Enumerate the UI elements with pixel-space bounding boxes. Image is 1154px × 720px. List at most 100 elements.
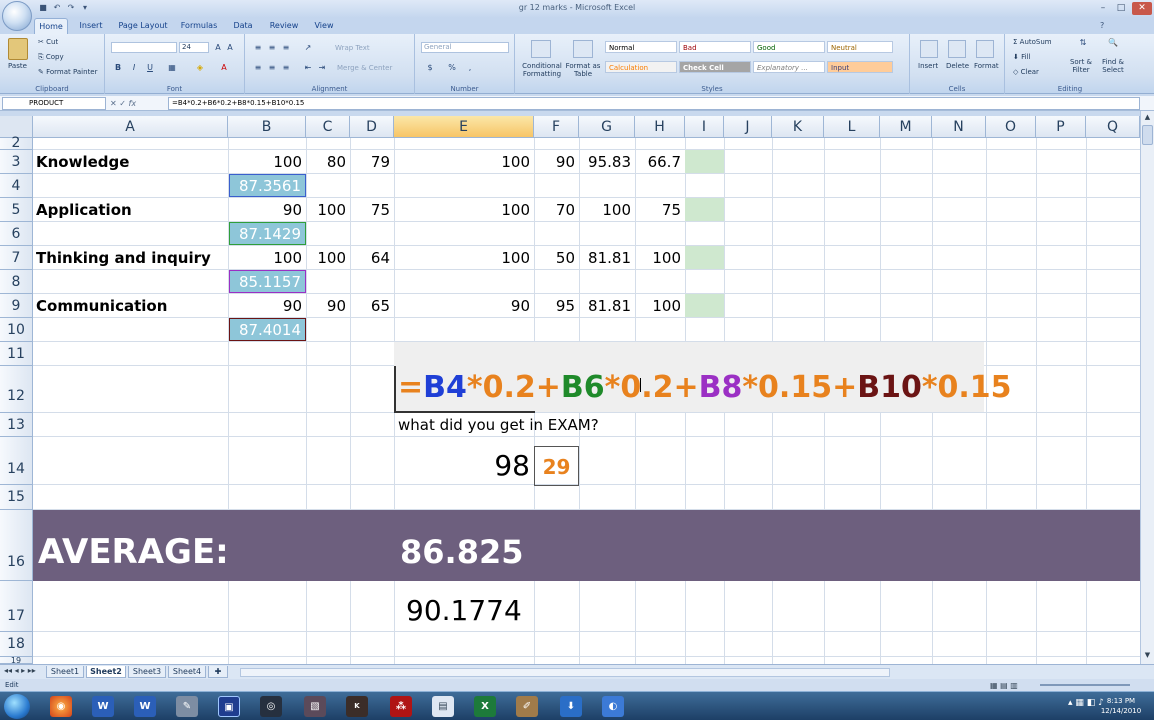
col-header-g[interactable]: G — [579, 116, 635, 138]
percent-button[interactable]: % — [447, 63, 457, 73]
align-bottom-icon[interactable]: ≡ — [281, 43, 291, 53]
row-header-2[interactable]: 2 — [0, 136, 33, 150]
paint-2-icon[interactable]: ▧ — [304, 696, 326, 717]
minimize-icon[interactable]: – — [1096, 2, 1110, 15]
cell-f14[interactable]: 29 — [534, 446, 579, 486]
paste-button[interactable]: Paste — [8, 62, 27, 70]
align-middle-icon[interactable]: ≡ — [267, 43, 277, 53]
orientation-icon[interactable]: ↗ — [303, 43, 313, 53]
excel-icon[interactable]: X — [474, 696, 496, 717]
cell-e16[interactable]: 86.825 — [400, 532, 600, 572]
paint-icon[interactable]: ✎ — [176, 696, 198, 717]
style-good[interactable]: Good — [753, 41, 825, 53]
cell-e5[interactable]: 100 — [394, 198, 534, 222]
sheet-tab-2[interactable]: Sheet2 — [86, 666, 126, 678]
row-header-12[interactable]: 12 — [0, 366, 33, 413]
row-header-13[interactable]: 13 — [0, 413, 33, 437]
row-header-6[interactable]: 6 — [0, 222, 33, 246]
row-header-10[interactable]: 10 — [0, 318, 33, 342]
cell-e7[interactable]: 100 — [394, 246, 534, 270]
save-icon[interactable]: ■ — [38, 3, 48, 13]
cell-g3[interactable]: 95.83 — [579, 150, 635, 174]
row-header-16[interactable]: 16 — [0, 510, 33, 581]
download-icon[interactable]: ⬇ — [560, 696, 582, 717]
sheet-tab-4[interactable]: Sheet4 — [168, 666, 206, 678]
cam-icon[interactable]: ◎ — [260, 696, 282, 717]
cell-d7[interactable]: 64 — [350, 246, 394, 270]
cell-b8[interactable]: 85.1157 — [229, 270, 306, 293]
clock[interactable]: 8:13 PM 12/14/2010 — [1098, 696, 1144, 716]
style-input[interactable]: Input — [827, 61, 893, 73]
autosum-button[interactable]: Σ AutoSum — [1013, 38, 1052, 46]
undo-icon[interactable]: ↶ — [52, 3, 62, 13]
cell-a16[interactable]: AVERAGE: — [38, 532, 338, 572]
row-header-7[interactable]: 7 — [0, 246, 33, 270]
style-normal[interactable]: Normal — [605, 41, 677, 53]
name-box[interactable]: PRODUCT — [2, 97, 106, 110]
tab-formulas[interactable]: Formulas — [176, 18, 222, 34]
cell-b6[interactable]: 87.1429 — [229, 222, 306, 245]
col-header-a[interactable]: A — [33, 116, 228, 138]
indent-icon[interactable]: ⇤ — [303, 63, 313, 73]
sheet-tab-1[interactable]: Sheet1 — [46, 666, 84, 678]
notepad-icon[interactable]: ▤ — [432, 696, 454, 717]
currency-button[interactable]: $ — [425, 63, 435, 73]
row-header-15[interactable]: 15 — [0, 485, 33, 510]
tab-home[interactable]: Home — [34, 18, 68, 34]
cell-e13[interactable]: what did you get in EXAM? — [398, 413, 658, 437]
font-size-box[interactable]: 24 — [179, 42, 209, 53]
borders-icon[interactable]: ▦ — [167, 63, 177, 73]
cell-d5[interactable]: 75 — [350, 198, 394, 222]
copy-button[interactable]: ⎘ Copy — [38, 53, 64, 62]
row-header-5[interactable]: 5 — [0, 198, 33, 222]
cell-edit-formula[interactable]: =B4*0.2+B6*0.2+B8*0.15+B10*0.15 — [398, 368, 1012, 408]
cell-e9[interactable]: 90 — [394, 294, 534, 318]
cell-d9[interactable]: 65 — [350, 294, 394, 318]
outdent-icon[interactable]: ⇥ — [317, 63, 327, 73]
media-icon[interactable]: ▣ — [218, 696, 240, 717]
scroll-down-icon[interactable]: ▼ — [1142, 651, 1153, 661]
tab-review[interactable]: Review — [264, 18, 304, 34]
align-left-icon[interactable]: ≡ — [253, 63, 263, 73]
italic-button[interactable]: I — [129, 63, 139, 73]
cell-i9[interactable] — [685, 294, 724, 317]
format-cells-button[interactable]: Format — [974, 62, 999, 70]
help-icon[interactable]: ? — [1100, 21, 1104, 30]
insert-cells-button[interactable]: Insert — [918, 62, 938, 70]
merge-center-button[interactable]: Merge & Center — [337, 64, 392, 72]
cell-a5[interactable]: Application — [36, 198, 226, 222]
fx-icon[interactable]: fx — [129, 99, 137, 108]
tab-data[interactable]: Data — [228, 18, 258, 34]
cancel-icon[interactable]: ✕ — [110, 99, 117, 108]
col-header-h[interactable]: H — [635, 116, 685, 138]
cell-f9[interactable]: 95 — [534, 294, 579, 318]
qat-dropdown-icon[interactable]: ▾ — [80, 3, 90, 13]
row-header-4[interactable]: 4 — [0, 174, 33, 198]
col-header-e[interactable]: E — [394, 116, 534, 138]
col-header-i[interactable]: I — [685, 116, 724, 138]
cell-b4[interactable]: 87.3561 — [229, 174, 306, 197]
row-header-8[interactable]: 8 — [0, 270, 33, 294]
row-header-18[interactable]: 18 — [0, 632, 33, 657]
font-color-icon[interactable]: A — [219, 63, 229, 73]
cell-c5[interactable]: 100 — [306, 198, 350, 222]
cell-i5[interactable] — [685, 198, 724, 221]
align-right-icon[interactable]: ≡ — [281, 63, 291, 73]
row-header-19[interactable]: 19 — [0, 657, 33, 664]
fill-button[interactable]: ⬇ Fill — [1013, 53, 1030, 61]
word-2-icon[interactable]: W — [134, 696, 156, 717]
sheet-nav-icon[interactable]: ◂◂ ◂ ▸ ▸▸ — [4, 666, 36, 675]
delete-cells-button[interactable]: Delete — [946, 62, 969, 70]
cell-b9[interactable]: 90 — [228, 294, 306, 318]
cell-i3[interactable] — [685, 150, 724, 173]
cell-c3[interactable]: 80 — [306, 150, 350, 174]
insert-sheet-icon[interactable]: ✚ — [208, 666, 228, 678]
bold-button[interactable]: B — [113, 63, 123, 73]
style-calculation[interactable]: Calculation — [605, 61, 677, 73]
align-center-icon[interactable]: ≡ — [267, 63, 277, 73]
cell-e3[interactable]: 100 — [394, 150, 534, 174]
col-header-d[interactable]: D — [350, 116, 394, 138]
maximize-icon[interactable]: □ — [1114, 2, 1128, 15]
tab-insert[interactable]: Insert — [74, 18, 108, 34]
close-icon[interactable]: ✕ — [1132, 2, 1152, 15]
